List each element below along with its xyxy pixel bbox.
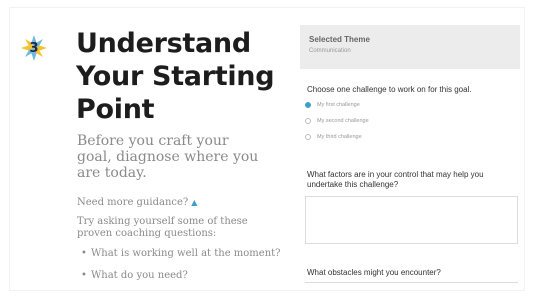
radio-unchecked-icon[interactable] — [305, 134, 311, 140]
obstacles-textarea[interactable] — [305, 282, 518, 290]
guidance-intro: Try asking yourself some of these proven… — [77, 216, 248, 239]
factors-prompt: What factors are in your control that ma… — [307, 170, 484, 189]
challenge-option-3[interactable]: My third challenge — [305, 132, 362, 142]
step-badge: 3 — [21, 35, 47, 61]
goal-step-panel: 3 Understand Your Starting Point Before … — [10, 8, 524, 290]
page-title: Understand Your Starting Point — [76, 28, 275, 125]
challenge-option-2[interactable]: My second challenge — [305, 116, 369, 126]
choose-challenge-prompt: Choose one challenge to work on for this… — [307, 85, 472, 94]
challenge-option-label: My third challenge — [317, 134, 362, 140]
coaching-questions: What is working well at the moment? What… — [77, 248, 287, 290]
challenge-option-label: My first challenge — [317, 102, 360, 108]
challenge-option-label: My second challenge — [317, 118, 369, 124]
list-item: What is working well at the moment? — [77, 248, 287, 270]
list-item: What do you need? — [77, 270, 287, 290]
theme-value: Communication — [309, 48, 351, 54]
caret-up-icon: ▲ — [191, 198, 198, 207]
obstacles-prompt: What obstacles might you encounter? — [307, 268, 441, 277]
challenge-option-1[interactable]: My first challenge — [305, 100, 360, 110]
radio-unchecked-icon[interactable] — [305, 118, 311, 124]
guidance-toggle-label: Need more guidance? — [77, 197, 189, 208]
factors-textarea[interactable] — [305, 196, 518, 244]
step-number: 3 — [29, 40, 39, 56]
intro-text: Before you craft your goal, diagnose whe… — [77, 133, 259, 181]
guidance-toggle[interactable]: Need more guidance? ▲ — [77, 197, 197, 208]
theme-label: Selected Theme — [309, 35, 370, 44]
radio-checked-icon[interactable] — [305, 102, 311, 108]
selected-theme-card: Selected Theme Communication — [300, 25, 520, 69]
